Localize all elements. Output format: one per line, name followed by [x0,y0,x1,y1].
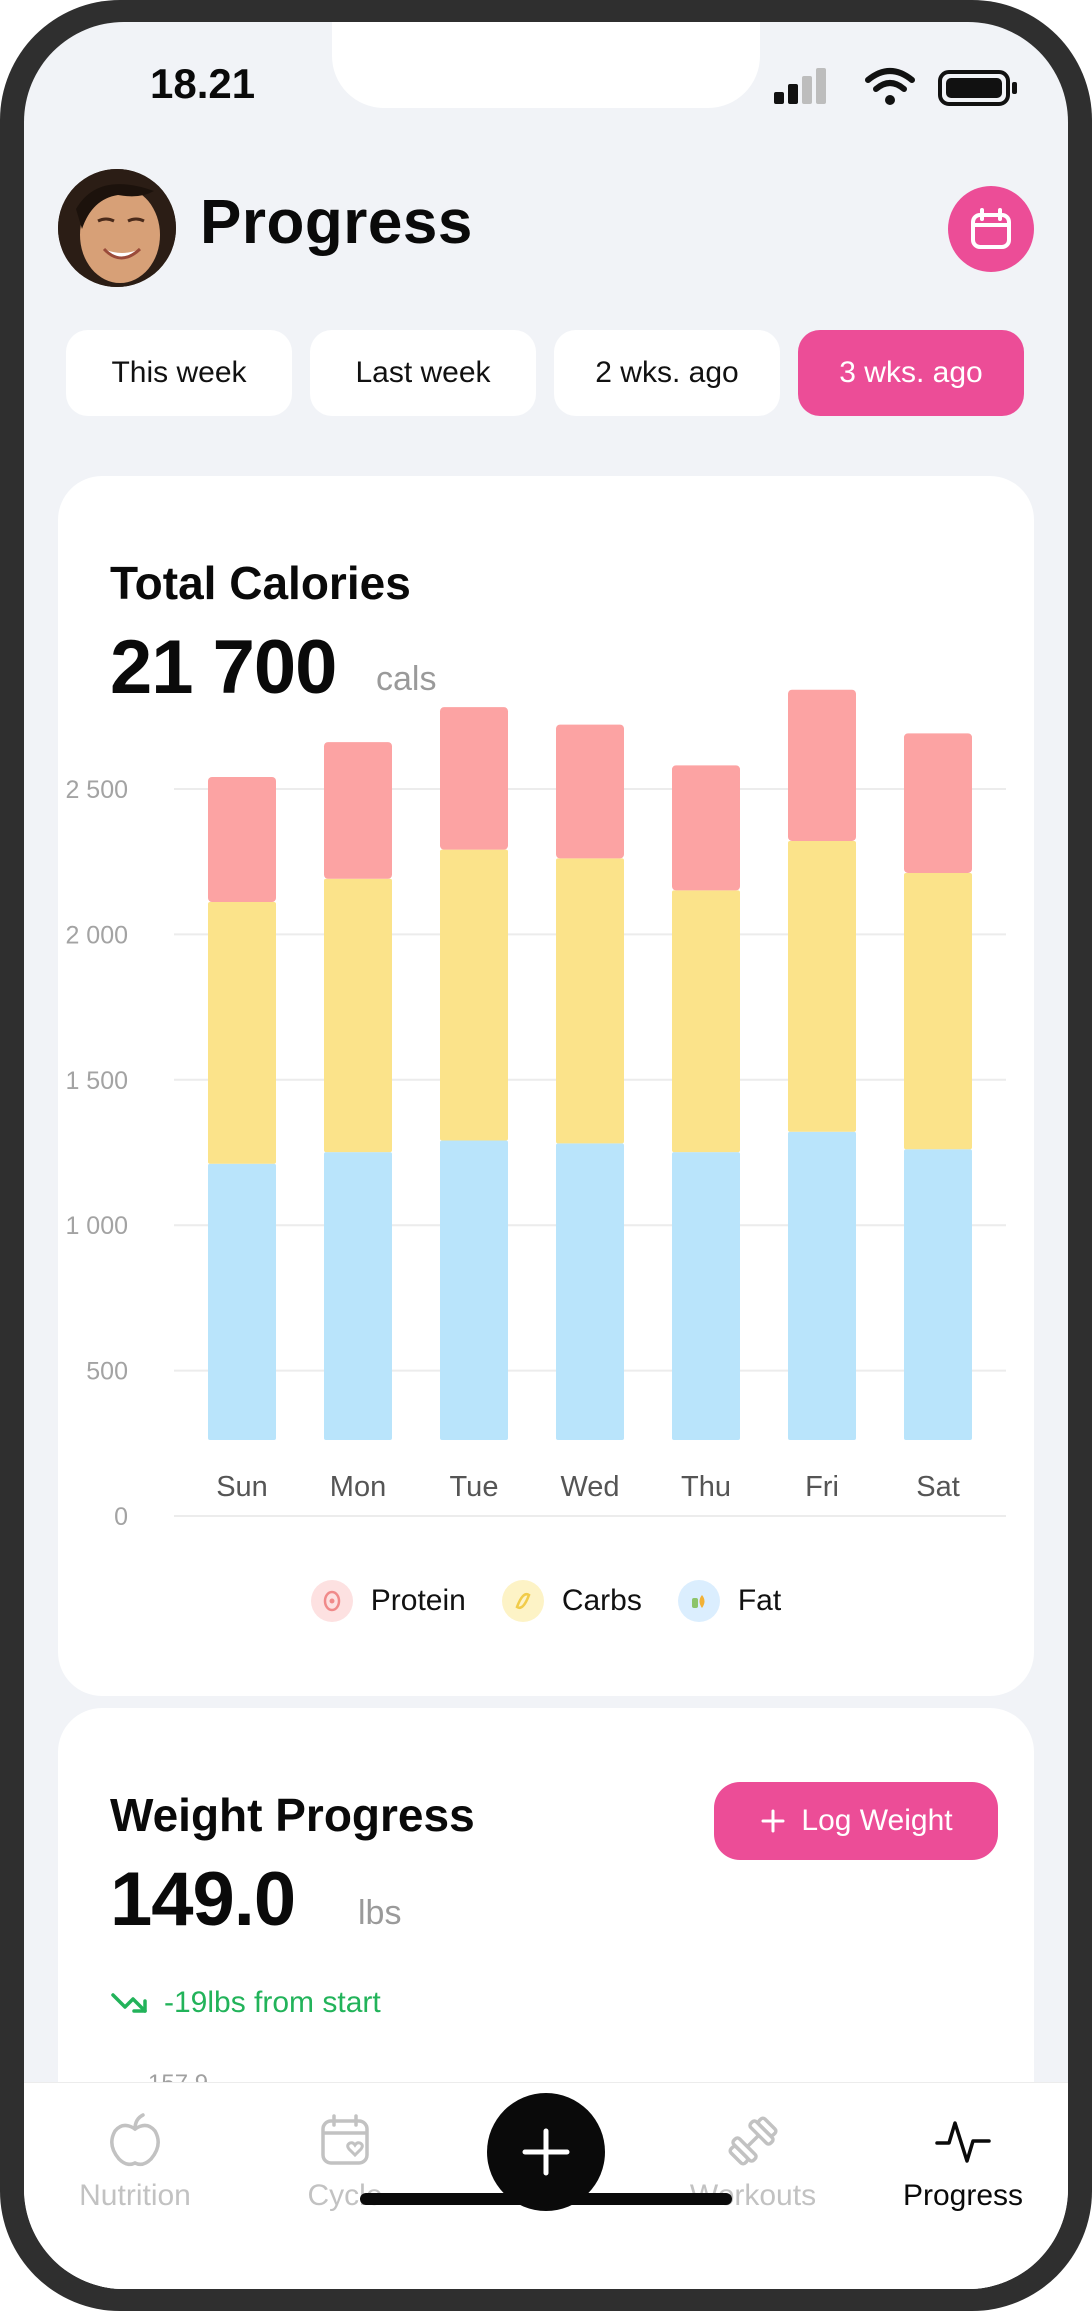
avatar-image [58,169,176,287]
weight-unit: lbs [358,1894,402,1932]
nav-nutrition[interactable]: Nutrition [50,2111,220,2213]
y-tick-label: 2 500 [65,776,128,804]
calendar-icon [971,208,1011,249]
avatar[interactable] [58,169,176,287]
trend-down-icon [111,1993,147,2013]
bar-segment-carbs [324,878,392,1153]
battery-icon [938,70,1017,106]
total-calories-card: Total Calories 21 700 cals 0 500 1 000 1 50… [58,476,1034,1696]
bar-segment-protein [208,776,276,903]
weight-value: 149.0 [110,1857,296,1942]
bar-segment-fat [208,1163,276,1440]
plus-icon [761,1809,785,1833]
protein-icon [310,1580,353,1622]
status-time: 18.21 [150,60,256,107]
nav-nutrition-label: Nutrition [79,2179,191,2212]
notch [332,22,760,108]
nav-progress[interactable]: Progress [878,2111,1048,2213]
tab-2-weeks-ago[interactable]: 2 wks. ago [554,330,780,416]
bar-segment-protein [324,742,392,879]
bar-segment-fat [440,1140,508,1440]
activity-icon [935,2121,991,2163]
signal-icon [774,68,826,104]
calendar-button[interactable] [948,186,1034,272]
y-tick-label: 1 000 [65,1212,128,1240]
x-tick-label: Sun [216,1471,268,1503]
tab-last-week[interactable]: Last week [310,330,536,416]
bar-segment-fat [904,1149,972,1440]
x-tick-label: Tue [450,1471,499,1503]
y-tick-label: 0 [114,1503,128,1531]
bar-segment-carbs [904,872,972,1150]
weight-title: Weight Progress [110,1789,475,1841]
y-tick-label: 2 000 [65,921,128,949]
screen: 18.21 Progress This week Last week 2 wks… [24,22,1068,2289]
bar-segment-carbs [788,840,856,1132]
weight-delta-label: -19lbs from start [164,1986,381,2019]
calendar-heart-icon [321,2114,369,2165]
carbs-icon [501,1580,544,1622]
bar-segment-fat [672,1152,740,1440]
plus-icon [522,2128,570,2176]
tab-this-week[interactable]: This week [66,330,292,416]
fat-icon [677,1580,720,1622]
week-tabs: This week Last week 2 wks. ago 3 wks. ag… [66,330,1026,416]
bar-segment-protein [788,689,856,841]
bar-segment-carbs [208,902,276,1164]
status-icons [774,68,1017,106]
dumbbell-icon [728,2116,778,2166]
calories-chart: 0 500 1 000 1 500 2 000 2 500 Sun Mon Tue Wed Thu F… [65,689,1006,1531]
apple-icon [110,2113,160,2167]
y-tick-label: 500 [86,1358,128,1386]
bar-segment-carbs [440,849,508,1141]
bar-segment-carbs [556,858,624,1144]
legend-carbs-label: Carbs [561,1584,642,1617]
nav-progress-label: Progress [902,2179,1024,2212]
y-tick-label: 1 500 [65,1067,128,1095]
legend-fat-label: Fat [737,1584,782,1617]
bar-segment-protein [556,724,624,859]
tab-3-weeks-ago[interactable]: 3 wks. ago [798,330,1024,416]
x-tick-label: Sat [916,1471,960,1503]
bar-segment-fat [788,1131,856,1440]
x-tick-label: Fri [805,1471,839,1503]
weight-delta: -19lbs from start [110,1986,381,2020]
bar-segment-protein [904,733,972,873]
legend-protein-label: Protein [370,1584,466,1617]
x-tick-label: Thu [681,1471,731,1503]
log-weight-label: Log Weight [801,1804,953,1837]
chart-legend: Protein Carbs Fat [58,1580,1034,1622]
bar-segment-protein [440,707,508,850]
x-tick-label: Mon [330,1471,386,1503]
x-tick-label: Wed [560,1471,619,1503]
bar-segment-fat [556,1143,624,1440]
bar-segment-fat [324,1152,392,1440]
wifi-icon [865,68,915,105]
legend-fat: Fat [677,1580,782,1622]
legend-protein: Protein [310,1580,466,1622]
bottom-tab-bar: Nutrition Cycle Workouts Progress [24,2082,1068,2289]
log-weight-button[interactable]: Log Weight [714,1782,998,1860]
legend-carbs: Carbs [501,1580,642,1622]
bar-segment-carbs [672,890,740,1153]
page-title: Progress [200,188,473,257]
home-indicator [360,2193,732,2205]
bar-segment-protein [672,765,740,891]
